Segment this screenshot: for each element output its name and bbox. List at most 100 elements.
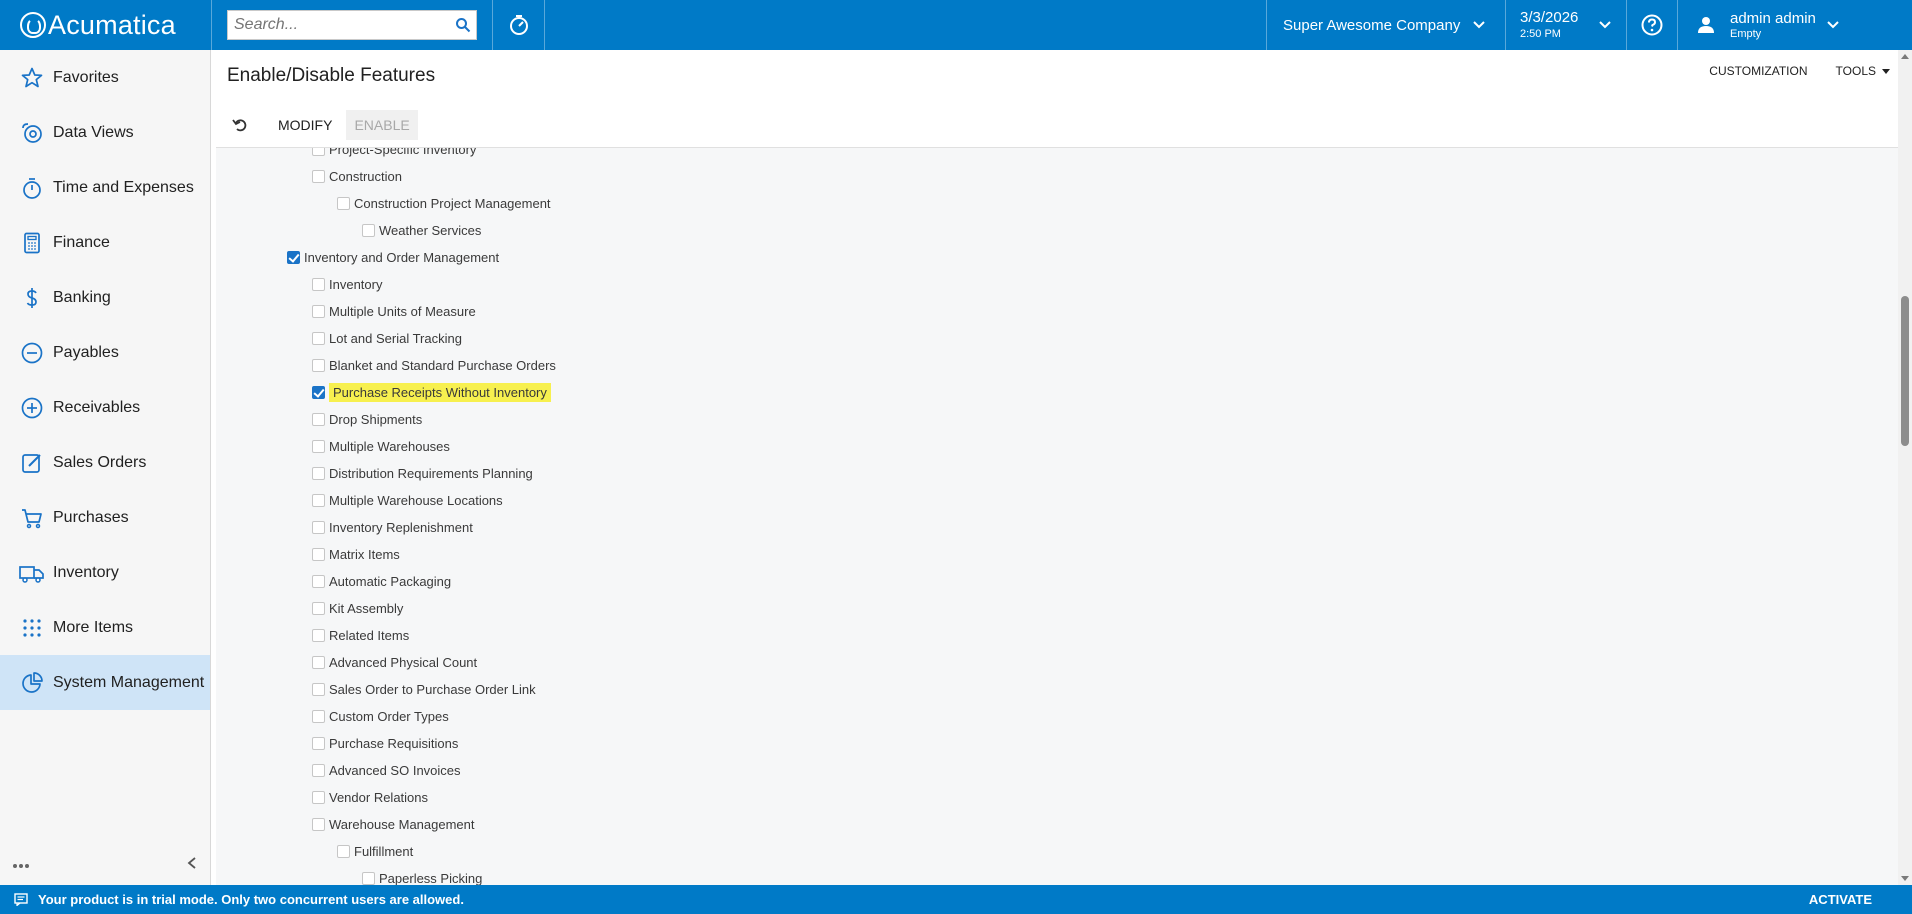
feature-checkbox[interactable] xyxy=(362,223,375,237)
feature-checkbox[interactable] xyxy=(312,574,325,588)
scroll-up-icon[interactable] xyxy=(1901,54,1909,59)
tools-label: TOOLS xyxy=(1835,64,1876,78)
feature-label: Project-Specific Inventory xyxy=(329,147,477,157)
user-icon xyxy=(1698,17,1714,33)
feature-label: Inventory and Order Management xyxy=(304,249,500,265)
company-name: Super Awesome Company xyxy=(1283,16,1461,34)
feature-checkbox[interactable] xyxy=(312,493,325,507)
company-selector[interactable]: Super Awesome Company xyxy=(1266,0,1505,50)
sidebar-item-label: More Items xyxy=(53,618,134,636)
feature-row: Related Items xyxy=(312,625,409,645)
sidebar-item-label: Banking xyxy=(53,288,111,306)
search-area xyxy=(211,0,492,50)
feature-checkbox[interactable] xyxy=(312,277,325,291)
feature-row: Multiple Units of Measure xyxy=(312,301,476,321)
feature-checkbox[interactable] xyxy=(312,682,325,696)
activate-link[interactable]: ACTIVATE xyxy=(1809,892,1872,907)
sidebar-item-data-views[interactable]: Data Views xyxy=(0,105,210,160)
feature-checkbox[interactable] xyxy=(312,358,325,372)
sidebar-item-sales-orders[interactable]: Sales Orders xyxy=(0,435,210,490)
current-date: 3/3/2026 xyxy=(1520,9,1579,26)
feature-checkbox[interactable] xyxy=(362,871,375,885)
help-icon[interactable] xyxy=(1626,0,1678,50)
feature-checkbox[interactable] xyxy=(312,331,325,345)
plus-circle-icon xyxy=(19,395,45,421)
feature-label: Kit Assembly xyxy=(329,600,404,616)
more-options-icon[interactable] xyxy=(12,856,30,874)
feature-row: Blanket and Standard Purchase Orders xyxy=(312,355,556,375)
feature-checkbox[interactable] xyxy=(337,196,350,210)
feature-checkbox[interactable] xyxy=(312,817,325,831)
vertical-scrollbar[interactable] xyxy=(1898,50,1912,885)
acumatica-logo-icon xyxy=(20,12,46,38)
feature-checkbox[interactable] xyxy=(312,148,325,156)
acumatica-logo[interactable]: Acumatica xyxy=(0,0,211,50)
feature-checkbox[interactable] xyxy=(287,250,300,264)
scroll-down-icon[interactable] xyxy=(1901,876,1909,881)
feature-row: Matrix Items xyxy=(312,544,400,564)
modify-button[interactable]: MODIFY xyxy=(270,110,340,140)
feature-label: Drop Shipments xyxy=(329,411,423,427)
user-status: Empty xyxy=(1730,27,1762,40)
sidebar-item-label: Payables xyxy=(53,343,119,361)
feature-checkbox[interactable] xyxy=(312,466,325,480)
feature-checkbox[interactable] xyxy=(312,655,325,669)
sidebar-item-label: System Management xyxy=(53,673,205,691)
feature-label: Lot and Serial Tracking xyxy=(329,330,462,346)
feature-label: Sales Order to Purchase Order Link xyxy=(329,681,536,697)
feature-label: Purchase Requisitions xyxy=(329,735,459,751)
feature-label: Construction Project Management xyxy=(354,195,551,211)
feature-label: Inventory xyxy=(329,276,383,292)
feature-checkbox[interactable] xyxy=(312,520,325,534)
data-views-icon xyxy=(19,120,45,146)
sidebar-item-receivables[interactable]: Receivables xyxy=(0,380,210,435)
feature-label: Purchase Receipts Without Inventory xyxy=(329,382,551,402)
sidebar-item-label: Inventory xyxy=(53,563,119,581)
customization-menu[interactable]: CUSTOMIZATION xyxy=(1709,64,1807,78)
user-name: admin admin xyxy=(1730,9,1816,27)
feature-checkbox[interactable] xyxy=(312,709,325,723)
search-icon[interactable] xyxy=(450,11,476,39)
page-title: Enable/Disable Features xyxy=(227,65,436,86)
sidebar-item-favorites[interactable]: Favorites xyxy=(0,50,210,105)
feature-row: Purchase Receipts Without Inventory xyxy=(312,382,551,402)
search-input[interactable] xyxy=(228,11,450,39)
feature-row: Purchase Requisitions xyxy=(312,733,458,753)
feature-row: Inventory xyxy=(312,274,382,294)
feature-row: Fulfillment xyxy=(337,841,413,861)
feature-checkbox[interactable] xyxy=(312,763,325,777)
sidebar-item-payables[interactable]: Payables xyxy=(0,325,210,380)
truck-icon xyxy=(19,560,45,586)
sidebar-item-system-management[interactable]: System Management xyxy=(0,655,210,710)
date-selector[interactable]: 3/3/2026 2:50 PM xyxy=(1505,0,1626,50)
feature-checkbox[interactable] xyxy=(312,169,325,183)
sidebar-item-inventory[interactable]: Inventory xyxy=(0,545,210,600)
feature-checkbox[interactable] xyxy=(312,736,325,750)
feature-checkbox[interactable] xyxy=(312,790,325,804)
sidebar-item-finance[interactable]: Finance xyxy=(0,215,210,270)
feature-checkbox[interactable] xyxy=(312,412,325,426)
calculator-icon xyxy=(19,230,45,256)
feature-checkbox[interactable] xyxy=(312,628,325,642)
timer-icon[interactable] xyxy=(492,0,545,50)
feature-row: Advanced Physical Count xyxy=(312,652,477,672)
tools-menu[interactable]: TOOLS xyxy=(1836,64,1890,78)
sidebar-item-time-and-expenses[interactable]: Time and Expenses xyxy=(0,160,210,215)
features-tree: Project-Specific Inventory Construction Co… xyxy=(216,147,1898,885)
feature-checkbox[interactable] xyxy=(312,304,325,318)
scroll-thumb[interactable] xyxy=(1901,296,1909,446)
user-menu[interactable]: admin admin Empty xyxy=(1678,0,1912,50)
undo-icon[interactable] xyxy=(228,113,252,137)
trial-message: Your product is in trial mode. Only two … xyxy=(38,892,464,907)
feature-checkbox[interactable] xyxy=(312,547,325,561)
feature-checkbox[interactable] xyxy=(312,385,325,399)
collapse-sidebar-icon[interactable] xyxy=(186,856,198,875)
sidebar-item-banking[interactable]: Banking xyxy=(0,270,210,325)
feature-label: Custom Order Types xyxy=(329,708,449,724)
sidebar-item-more-items[interactable]: More Items xyxy=(0,600,210,655)
sidebar-item-purchases[interactable]: Purchases xyxy=(0,490,210,545)
enable-button[interactable]: ENABLE xyxy=(346,109,418,140)
feature-checkbox[interactable] xyxy=(337,844,350,858)
feature-checkbox[interactable] xyxy=(312,601,325,615)
feature-checkbox[interactable] xyxy=(312,439,325,453)
